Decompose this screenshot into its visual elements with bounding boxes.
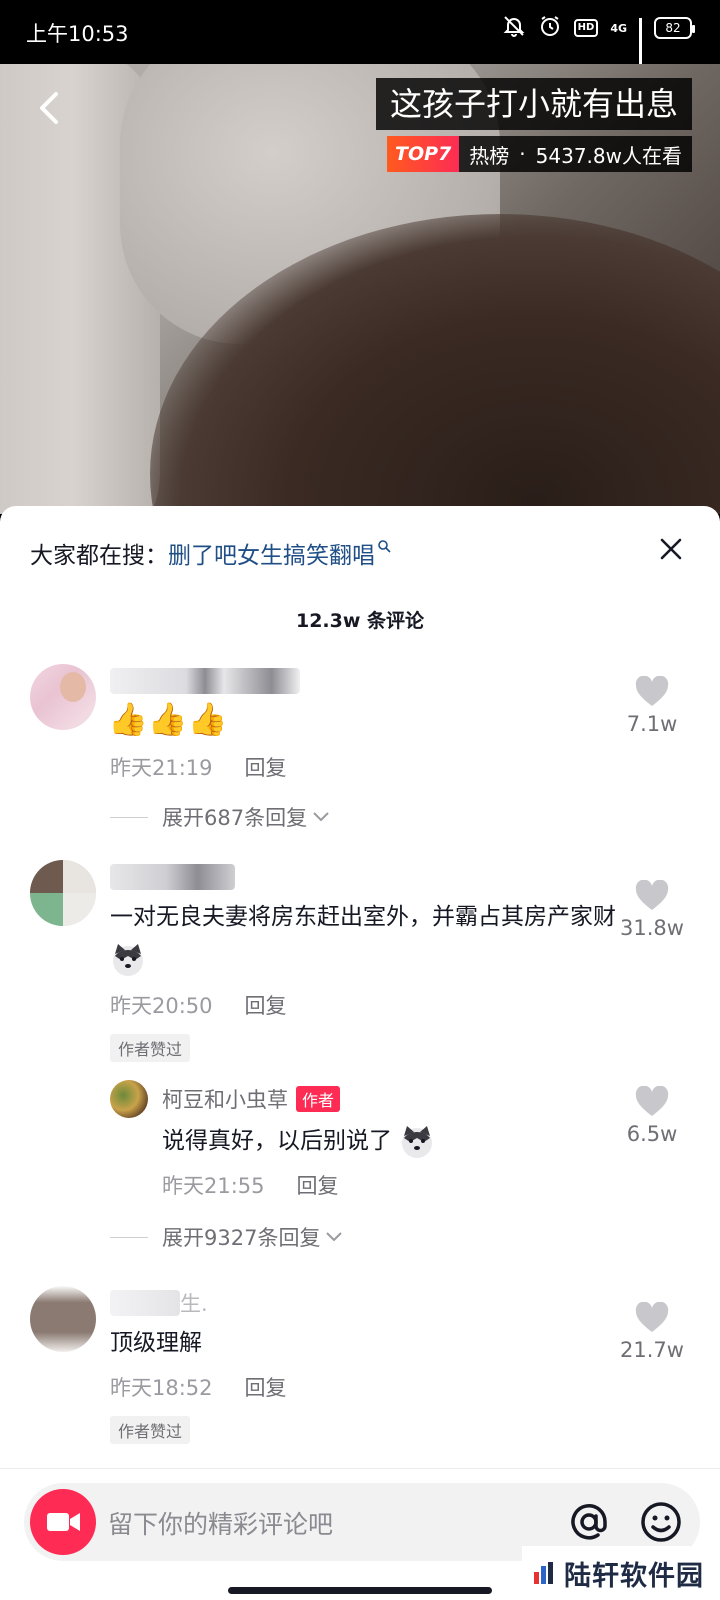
heart-icon bbox=[635, 676, 669, 706]
avatar[interactable] bbox=[30, 1286, 96, 1352]
comment-meta: 昨天20:50 回复 bbox=[110, 990, 287, 1020]
expand-replies[interactable]: 展开9327条回复 bbox=[110, 1222, 344, 1252]
chevron-down-icon bbox=[326, 1232, 343, 1242]
watermark: 陆轩软件园 bbox=[522, 1546, 720, 1600]
watermark-text: 陆轩软件园 bbox=[564, 1560, 704, 1592]
search-suggestion-term[interactable]: 删了吧女生搞笑翻唱 bbox=[168, 536, 375, 570]
username-blurred[interactable] bbox=[110, 668, 300, 694]
avatar[interactable] bbox=[30, 860, 96, 926]
mention-at-icon[interactable] bbox=[566, 1499, 612, 1545]
video-camera-icon bbox=[47, 1513, 80, 1531]
dog-emoji-icon bbox=[402, 1125, 433, 1158]
comment-time: 昨天18:52 bbox=[110, 1376, 213, 1400]
reply-button[interactable]: 回复 bbox=[245, 990, 287, 1020]
expand-replies[interactable]: 展开687条回复 bbox=[110, 802, 331, 832]
author-liked-badge: 作者赞过 bbox=[110, 1034, 191, 1062]
like-count: 6.5w bbox=[626, 1122, 678, 1146]
reply-button[interactable]: 回复 bbox=[245, 752, 287, 782]
username-fragment[interactable]: 生. bbox=[180, 1288, 208, 1318]
comment-meta: 昨天18:52 回复 bbox=[110, 1372, 287, 1402]
like-button[interactable]: 6.5w bbox=[612, 1086, 692, 1146]
reply-time: 昨天21:55 bbox=[162, 1174, 265, 1198]
comment-count: 12.3w 条评论 bbox=[295, 610, 425, 632]
hot-rank-row[interactable]: TOP7 热榜 · 5437.8w人在看 bbox=[387, 136, 692, 172]
like-button[interactable]: 31.8w bbox=[612, 880, 692, 940]
close-icon[interactable] bbox=[658, 536, 684, 562]
comment-text-body: 一对无良夫妻将房东赶出室外，并霸占其房产家财 bbox=[110, 904, 616, 930]
author-tag: 作者 bbox=[296, 1086, 341, 1112]
comment-text: 顶级理解 bbox=[110, 1330, 202, 1356]
search-suggestion-prefix: 大家都在搜： bbox=[30, 543, 168, 569]
comment-meta: 昨天21:19 回复 bbox=[110, 752, 287, 782]
author-liked-badge: 作者赞过 bbox=[110, 1416, 191, 1444]
search-suggestion[interactable]: 大家都在搜： 删了吧女生搞笑翻唱 bbox=[30, 536, 391, 570]
status-icons: HD 4G 82 bbox=[502, 14, 695, 66]
comment-item: 👍👍👍 昨天21:19 回复 7.1w 展开687条回复 bbox=[0, 656, 720, 836]
home-indicator[interactable] bbox=[228, 1587, 492, 1594]
rank-badge: TOP7 bbox=[387, 136, 460, 172]
like-count: 31.8w bbox=[620, 916, 684, 940]
reply-username: 柯豆和小虫草 bbox=[162, 1088, 288, 1112]
expand-replies-label: 展开687条回复 bbox=[162, 806, 308, 830]
comment-item: 一对无良夫妻将房东赶出室外，并霸占其房产家财 昨天20:50 回复 作者赞过 3… bbox=[0, 856, 720, 1256]
video-player[interactable]: 这孩子打小就有出息 TOP7 热榜 · 5437.8w人在看 bbox=[0, 64, 720, 514]
chevron-down-icon bbox=[313, 812, 329, 822]
back-icon[interactable] bbox=[30, 88, 70, 128]
status-time: 上午10:53 bbox=[26, 22, 129, 46]
reply-text-body: 说得真好，以后别说了 bbox=[162, 1128, 392, 1154]
camera-button[interactable] bbox=[30, 1489, 96, 1555]
alarm-icon bbox=[538, 14, 562, 42]
viewer-count: 5437.8w人在看 bbox=[535, 143, 682, 168]
separator-dot: · bbox=[519, 142, 526, 166]
comment-sheet: 大家都在搜： 删了吧女生搞笑翻唱 12.3w 条评论 👍👍👍 昨天21:19 回… bbox=[0, 506, 720, 1600]
like-count: 21.7w bbox=[620, 1338, 684, 1362]
reply-text: 说得真好，以后别说了 bbox=[162, 1120, 602, 1162]
reply-avatar[interactable] bbox=[110, 1080, 148, 1118]
username-blurred[interactable] bbox=[110, 1290, 180, 1316]
avatar[interactable] bbox=[30, 664, 96, 730]
hot-label: 热榜 bbox=[469, 143, 510, 168]
username-blurred[interactable] bbox=[110, 864, 235, 890]
dog-emoji-icon bbox=[113, 943, 143, 976]
signal-icon bbox=[639, 18, 642, 66]
comment-text: 👍👍👍 bbox=[108, 700, 228, 738]
reply-button[interactable]: 回复 bbox=[297, 1170, 339, 1200]
heart-icon bbox=[635, 880, 669, 910]
like-button[interactable]: 7.1w bbox=[612, 676, 692, 736]
video-title: 这孩子打小就有出息 bbox=[375, 78, 692, 130]
like-count: 7.1w bbox=[626, 712, 678, 736]
search-icon bbox=[378, 540, 391, 553]
battery-icon: 82 bbox=[654, 17, 695, 39]
comment-item: 生. 顶级理解 昨天18:52 回复 作者赞过 21.7w bbox=[0, 1282, 720, 1452]
emoji-icon[interactable] bbox=[638, 1499, 684, 1545]
hd-icon: HD bbox=[573, 19, 599, 37]
expand-replies-label: 展开9327条回复 bbox=[162, 1226, 321, 1250]
network-type: 4G bbox=[610, 21, 627, 35]
reply-button[interactable]: 回复 bbox=[245, 1372, 287, 1402]
heart-icon bbox=[635, 1302, 669, 1332]
reply-username-row[interactable]: 柯豆和小虫草 作者 bbox=[162, 1084, 341, 1114]
comment-time: 昨天20:50 bbox=[110, 994, 213, 1018]
divider-line bbox=[110, 1236, 148, 1238]
mute-bell-icon bbox=[502, 14, 526, 42]
heart-icon bbox=[635, 1086, 669, 1116]
watermark-logo-icon bbox=[534, 1562, 553, 1584]
status-bar: 上午10:53 HD 4G 82 bbox=[0, 0, 720, 66]
comment-input-placeholder: 留下你的精彩评论吧 bbox=[108, 1510, 334, 1539]
comment-text: 一对无良夫妻将房东赶出室外，并霸占其房产家财 bbox=[110, 896, 620, 980]
like-button[interactable]: 21.7w bbox=[612, 1302, 692, 1362]
comment-time: 昨天21:19 bbox=[110, 756, 213, 780]
divider-line bbox=[110, 816, 148, 818]
reply-meta: 昨天21:55 回复 bbox=[162, 1170, 339, 1200]
